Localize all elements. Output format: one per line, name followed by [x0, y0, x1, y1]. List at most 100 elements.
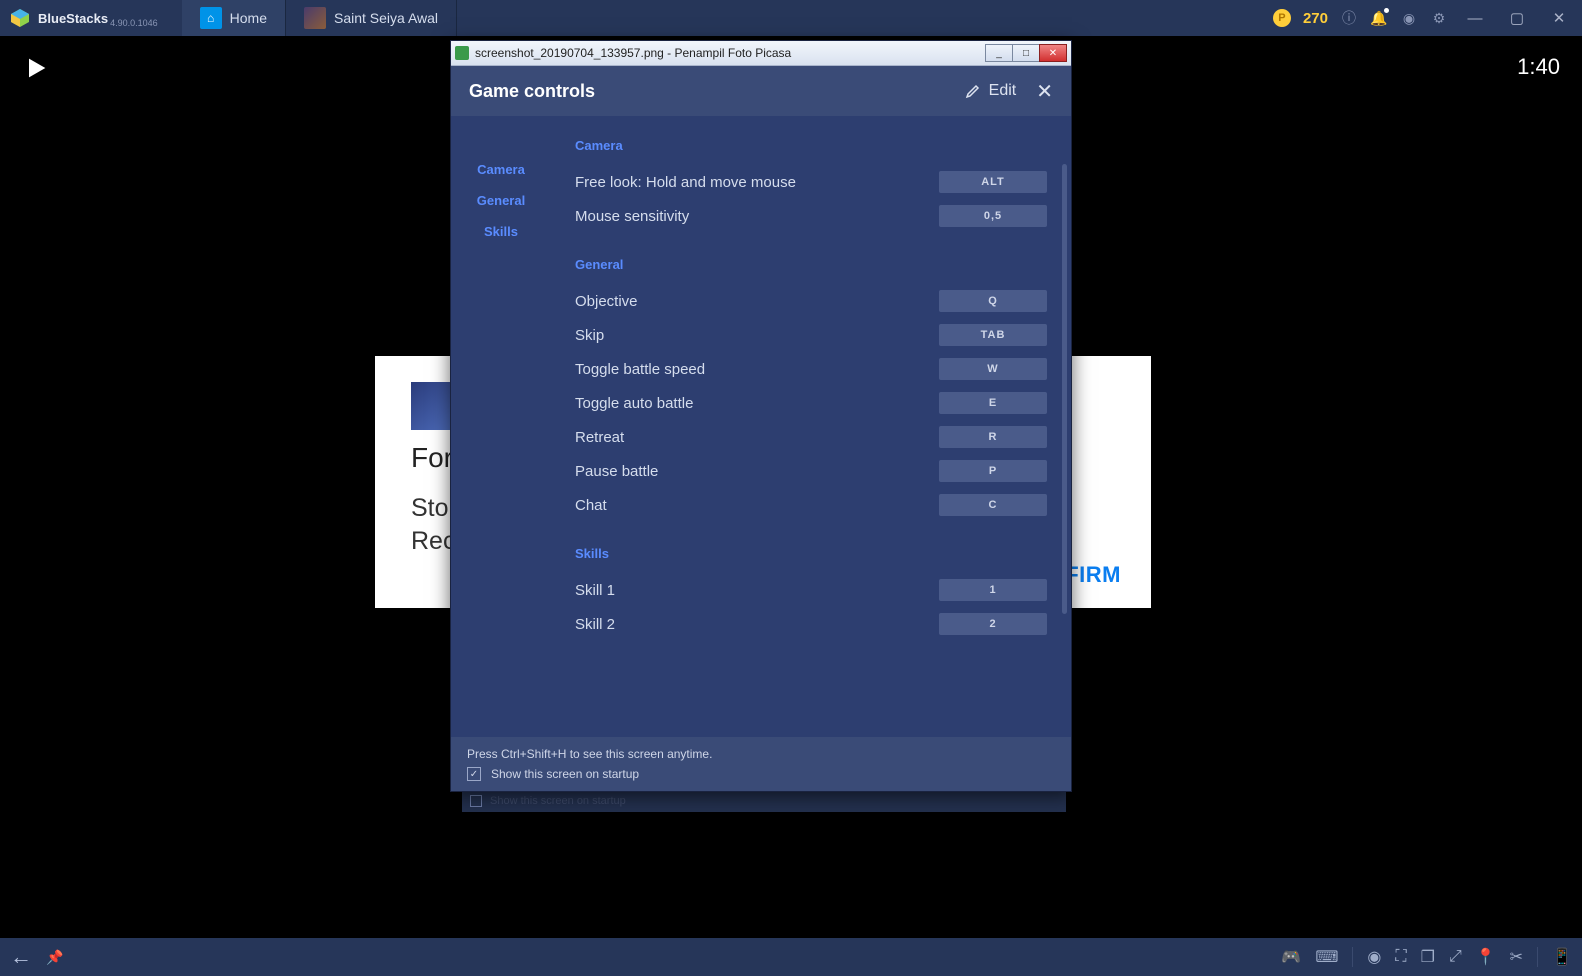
content-area: 1:40 For Sto Rec FIRM Show this screen o…	[0, 36, 1582, 938]
section-skills: Skills Skill 1 1 Skill 2 2	[575, 546, 1047, 635]
tab-home[interactable]: ⌂ Home	[182, 0, 286, 36]
tab-label: Home	[230, 10, 267, 26]
close-button[interactable]: ✕	[1544, 7, 1574, 29]
pencil-icon	[965, 83, 981, 99]
game-controls-footer: Press Ctrl+Shift+H to see this screen an…	[451, 737, 1071, 791]
ghost-footer-bar: Show this screen on startup	[462, 790, 1066, 812]
separator	[1352, 947, 1353, 967]
location-icon[interactable]: 📍	[1476, 947, 1496, 967]
multi-instance-icon[interactable]: ❐	[1421, 947, 1435, 967]
control-label: Skill 2	[575, 616, 615, 633]
bluestacks-logo-icon	[8, 6, 32, 30]
picasa-app-icon	[455, 46, 469, 60]
game-controls-title: Game controls	[469, 81, 595, 102]
separator	[1537, 947, 1538, 967]
maximize-button[interactable]: ▢	[1502, 7, 1532, 29]
tab-game[interactable]: Saint Seiya Awal	[286, 0, 457, 36]
control-label: Skill 1	[575, 582, 615, 599]
key-binding[interactable]: C	[939, 494, 1047, 516]
key-binding[interactable]: 2	[939, 613, 1047, 635]
key-binding[interactable]: R	[939, 426, 1047, 448]
startup-checkbox-label: Show this screen on startup	[491, 767, 639, 781]
scissors-icon[interactable]: ✂	[1510, 947, 1523, 967]
control-label: Pause battle	[575, 463, 658, 480]
home-tab-icon: ⌂	[200, 7, 222, 29]
clock: 1:40	[1517, 54, 1560, 80]
picasa-title: screenshot_20190704_133957.png - Penampi…	[475, 46, 791, 60]
control-label: Objective	[575, 293, 638, 310]
gear-icon[interactable]: ⚙	[1430, 9, 1448, 27]
key-binding[interactable]: ALT	[939, 171, 1047, 193]
control-row: Skill 1 1	[575, 579, 1047, 601]
key-binding[interactable]: TAB	[939, 324, 1047, 346]
confirm-button-partial[interactable]: FIRM	[1065, 562, 1121, 588]
sidebar-item-general[interactable]: General	[457, 185, 545, 216]
target-icon[interactable]: ◉	[1400, 9, 1418, 27]
tab-label: Saint Seiya Awal	[334, 10, 438, 26]
edit-button[interactable]: Edit	[965, 82, 1017, 100]
game-controls-close-button[interactable]: ✕	[1036, 79, 1053, 104]
edit-label: Edit	[989, 82, 1017, 100]
key-binding[interactable]: 1	[939, 579, 1047, 601]
control-row: Retreat R	[575, 426, 1047, 448]
section-camera: Camera Free look: Hold and move mouse AL…	[575, 138, 1047, 227]
control-label: Chat	[575, 497, 607, 514]
startup-checkbox[interactable]: ✓	[467, 767, 481, 781]
app-name: BlueStacks	[38, 11, 108, 26]
picasa-maximize-button[interactable]: □	[1012, 44, 1040, 62]
control-row: Objective Q	[575, 290, 1047, 312]
control-row: Toggle battle speed W	[575, 358, 1047, 380]
scrollbar[interactable]	[1062, 164, 1067, 614]
control-label: Skip	[575, 327, 604, 344]
control-row: Skip TAB	[575, 324, 1047, 346]
sidebar-item-skills[interactable]: Skills	[457, 216, 545, 247]
phone-icon[interactable]: 📱	[1552, 947, 1572, 967]
key-binding[interactable]: W	[939, 358, 1047, 380]
control-label: Free look: Hold and move mouse	[575, 174, 796, 191]
control-label: Toggle battle speed	[575, 361, 705, 378]
picasa-window: screenshot_20190704_133957.png - Penampi…	[450, 40, 1072, 792]
app-titlebar: BlueStacks 4.90.0.1046 ⌂ Home Saint Seiy…	[0, 0, 1582, 36]
control-label: Toggle auto battle	[575, 395, 693, 412]
control-row: Toggle auto battle E	[575, 392, 1047, 414]
key-binding[interactable]: 0,5	[939, 205, 1047, 227]
app-version: 4.90.0.1046	[110, 18, 158, 28]
control-row: Mouse sensitivity 0,5	[575, 205, 1047, 227]
control-label: Retreat	[575, 429, 624, 446]
game-controls-sidebar: Camera General Skills	[451, 116, 551, 737]
game-controls-main: Camera Free look: Hold and move mouse AL…	[551, 116, 1071, 714]
back-arrow-icon[interactable]: ←	[10, 944, 32, 970]
sidebar-item-camera[interactable]: Camera	[457, 154, 545, 185]
game-tab-avatar-icon	[304, 7, 326, 29]
key-binding[interactable]: P	[939, 460, 1047, 482]
bottom-taskbar: ← 📌 🎮 ⌨ ◉ ⛶ ❐ ⤢ 📍 ✂ 📱	[0, 938, 1582, 976]
footer-hint: Press Ctrl+Shift+H to see this screen an…	[467, 747, 1055, 761]
key-binding[interactable]: Q	[939, 290, 1047, 312]
section-title: Skills	[575, 546, 1047, 561]
eye-icon[interactable]: ◉	[1367, 947, 1381, 967]
picasa-close-button[interactable]: ✕	[1039, 44, 1067, 62]
control-row: Free look: Hold and move mouse ALT	[575, 171, 1047, 193]
game-controls-body: Camera General Skills Camera Free look: …	[451, 116, 1071, 737]
keyboard-icon[interactable]: ⌨	[1315, 947, 1338, 967]
expand-icon[interactable]: ⤢	[1449, 948, 1462, 966]
ghost-text: Show this screen on startup	[490, 795, 626, 807]
minimize-button[interactable]: —	[1460, 7, 1490, 29]
pin-icon[interactable]: 📌	[46, 949, 63, 966]
section-title: Camera	[575, 138, 1047, 153]
controller-icon[interactable]: 🎮	[1281, 947, 1301, 967]
coin-icon: P	[1273, 9, 1291, 27]
picasa-minimize-button[interactable]: _	[985, 44, 1013, 62]
coin-count: 270	[1303, 10, 1328, 27]
picasa-titlebar[interactable]: screenshot_20190704_133957.png - Penampi…	[451, 41, 1071, 66]
info-icon[interactable]: ⓘ	[1340, 9, 1358, 27]
control-label: Mouse sensitivity	[575, 208, 689, 225]
notification-bell-icon[interactable]: 🔔	[1370, 9, 1388, 27]
fullscreen-icon[interactable]: ⛶	[1395, 948, 1406, 966]
game-controls-panel: Game controls Edit ✕ Camera General Skil…	[451, 66, 1071, 791]
play-icon[interactable]	[22, 54, 50, 82]
ghost-checkbox	[470, 795, 482, 807]
tabs-area: ⌂ Home Saint Seiya Awal	[182, 0, 457, 36]
control-row: Chat C	[575, 494, 1047, 516]
key-binding[interactable]: E	[939, 392, 1047, 414]
